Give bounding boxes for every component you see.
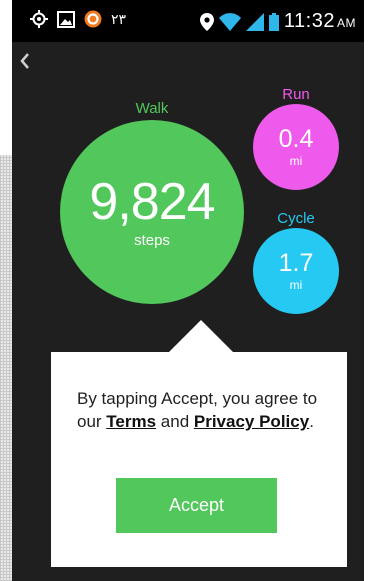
run-label: Run — [282, 86, 310, 103]
location-pin-icon — [199, 12, 214, 31]
phone-screen: ۲۳ 11:32 AM Walk 9,824 steps Run 0.4 mi … — [12, 0, 364, 581]
terms-text-suffix: . — [309, 412, 314, 431]
battery-icon — [268, 12, 279, 31]
cycle-circle[interactable]: 1.7 mi — [253, 228, 339, 314]
cycle-label: Cycle — [277, 210, 315, 227]
status-clock: 11:32 AM — [284, 10, 356, 33]
walk-circle[interactable]: 9,824 steps — [60, 120, 244, 304]
terms-link[interactable]: Terms — [106, 412, 156, 431]
wifi-icon — [218, 12, 241, 31]
cycle-distance-unit: mi — [289, 278, 303, 292]
terms-dialog: By tapping Accept, you agree to our Term… — [51, 352, 347, 567]
clock-ampm: AM — [337, 16, 356, 30]
walk-label: Walk — [135, 100, 169, 117]
walk-steps-value: 9,824 — [89, 172, 215, 231]
signal-icon — [245, 12, 264, 31]
location-target-icon — [30, 10, 48, 28]
status-bar-system: 11:32 AM — [199, 10, 356, 33]
dialog-pointer — [168, 320, 234, 353]
back-arrow-icon[interactable] — [18, 50, 32, 72]
status-bar-notifications: ۲۳ — [30, 10, 126, 28]
walk-steps-unit: steps — [134, 231, 170, 249]
run-circle[interactable]: 0.4 mi — [253, 104, 339, 190]
run-distance-unit: mi — [289, 154, 303, 168]
terms-message: By tapping Accept, you agree to our Term… — [77, 387, 327, 433]
app-notification-icon — [84, 10, 102, 28]
image-icon — [57, 10, 75, 28]
privacy-policy-link[interactable]: Privacy Policy — [194, 412, 309, 431]
terms-text-and: and — [156, 412, 194, 431]
cycle-distance-value: 1.7 — [278, 249, 314, 277]
accept-button[interactable]: Accept — [116, 478, 277, 533]
run-distance-value: 0.4 — [278, 125, 314, 153]
notification-count: ۲۳ — [111, 10, 127, 27]
status-bar: ۲۳ 11:32 AM — [12, 0, 364, 42]
clock-time: 11:32 — [283, 10, 335, 32]
